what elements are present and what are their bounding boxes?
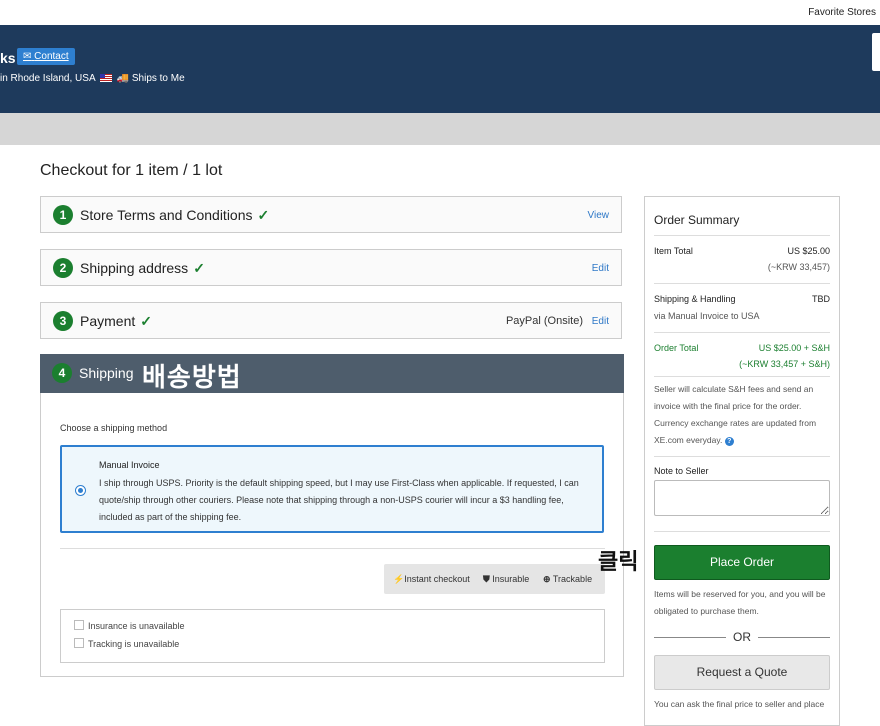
feature-instant: ⚡Instant checkout [393,574,470,585]
contact-label: Contact [34,51,69,62]
feature-trackable: ⊕ Trackable [543,574,592,585]
place-order-button[interactable]: Place Order [654,545,830,580]
mail-icon: ✉ [23,51,32,62]
order-total-label: Order Total [654,343,699,353]
sh-via: via Manual Invoice to USA [654,311,760,321]
quote-note: You can ask the final price to seller an… [654,699,825,709]
lightning-icon: ⚡ [393,574,405,584]
sh-value: TBD [812,294,830,304]
step-number: 1 [53,205,73,225]
crosshair-icon: ⊕ [543,574,551,584]
step-label-text: Payment [80,313,136,329]
view-terms-link[interactable]: View [588,210,610,221]
ships-to-text: Ships to Me [131,73,185,84]
top-bar: Favorite Stores [0,0,880,26]
store-header: ks ✉ Contact in Rhode Island, USA 🚚 Ship… [0,25,880,113]
method-features: ⚡Instant checkout ⛊ Insurable ⊕ Trackabl… [384,564,605,594]
seller-calc-note: Seller will calculate S&H fees and send … [654,381,830,449]
method-name: Manual Invoice [99,460,160,470]
divider [654,376,830,377]
insurance-checkbox [74,620,84,630]
contact-button[interactable]: ✉ Contact [17,48,75,65]
step-label-text: Store Terms and Conditions [80,207,253,223]
tracking-option: Tracking is unavailable [74,638,179,649]
shipping-panel: Choose a shipping method Manual Invoice … [40,393,624,677]
step-store-terms[interactable]: 1 Store Terms and Conditions ✓ View [40,196,622,233]
favorite-stores-link[interactable]: Favorite Stores [808,7,876,18]
insurance-option: Insurance is unavailable [74,620,185,631]
edit-address-link[interactable]: Edit [592,263,609,274]
step-label-text: Shipping address [80,260,189,276]
option-label: Insurance is unavailable [88,621,185,631]
divider [654,531,830,532]
store-name-fragment: ks [0,50,16,66]
seller-note-text: Seller will calculate S&H fees and send … [654,384,814,411]
summary-title: Order Summary [654,213,740,227]
store-location: in Rhode Island, USA 🚚 Ships to Me [0,73,185,84]
shield-icon: ⛊ [483,574,490,584]
step-label: Payment ✓ [80,313,152,330]
location-text: in Rhode Island, USA [0,73,96,84]
checkmark-icon: ✓ [257,207,270,223]
or-line-right [758,637,830,638]
order-total-value: US $25.00 + S&H [758,343,830,353]
header-right-button[interactable] [872,33,880,71]
feature-text: Instant checkout [404,574,470,584]
divider [60,548,605,549]
or-divider: OR [654,630,830,644]
annotation-shipping-method: 배송방법 [142,362,242,392]
item-total-krw: (~KRW 33,457) [767,262,830,272]
divider [654,456,830,457]
divider [654,283,830,284]
feature-text: Trackable [552,574,593,584]
request-quote-button[interactable]: Request a Quote [654,655,830,690]
checkmark-icon: ✓ [140,313,152,329]
shipping-method-option[interactable]: Manual Invoice I ship through USPS. Prio… [60,445,604,533]
feature-text: Insurable [492,574,530,584]
feature-insurable: ⛊ Insurable [483,574,529,585]
step-number: 3 [53,311,73,331]
currency-note-text: Currency exchange rates are updated from… [654,418,817,445]
order-summary: Order Summary Item Total US $25.00 (~KRW… [644,196,840,726]
sh-label: Shipping & Handling [654,294,736,304]
step-label: Shipping [79,365,134,381]
item-total-value: US $25.00 [787,246,830,256]
tracking-checkbox [74,638,84,648]
step-payment[interactable]: 3 Payment ✓ PayPal (Onsite) Edit [40,302,622,339]
annotation-click: 클릭 [598,549,639,574]
note-to-seller-label: Note to Seller [654,466,709,476]
step-shipping-address[interactable]: 2 Shipping address ✓ Edit [40,249,622,286]
checkmark-icon: ✓ [193,260,205,276]
step-shipping-header: 4 Shipping 배송방법 [40,354,624,393]
payment-method: PayPal (Onsite) [505,315,583,327]
us-flag-icon [99,74,112,82]
step-label: Shipping address ✓ [80,260,205,277]
method-radio[interactable] [75,485,86,496]
option-label: Tracking is unavailable [88,639,180,649]
reserved-note: Items will be reserved for you, and you … [654,589,826,616]
note-to-seller-input[interactable] [654,480,830,516]
truck-icon: 🚚 [116,73,130,84]
item-total-label: Item Total [654,246,693,256]
step-label: Store Terms and Conditions ✓ [80,207,269,224]
page-title: Checkout for 1 item / 1 lot [40,162,223,179]
nav-bar [0,113,880,145]
order-total-krw: (~KRW 33,457 + S&H) [739,359,830,369]
divider [654,235,830,236]
step-number: 2 [53,258,73,278]
edit-payment-link[interactable]: Edit [592,316,609,327]
help-icon[interactable]: ? [724,437,734,446]
step-number: 4 [52,363,72,383]
choose-method-label: Choose a shipping method [60,423,168,433]
extra-options: Insurance is unavailable Tracking is una… [60,609,605,663]
method-description: I ship through USPS. Priority is the def… [99,478,579,522]
divider [654,332,830,333]
